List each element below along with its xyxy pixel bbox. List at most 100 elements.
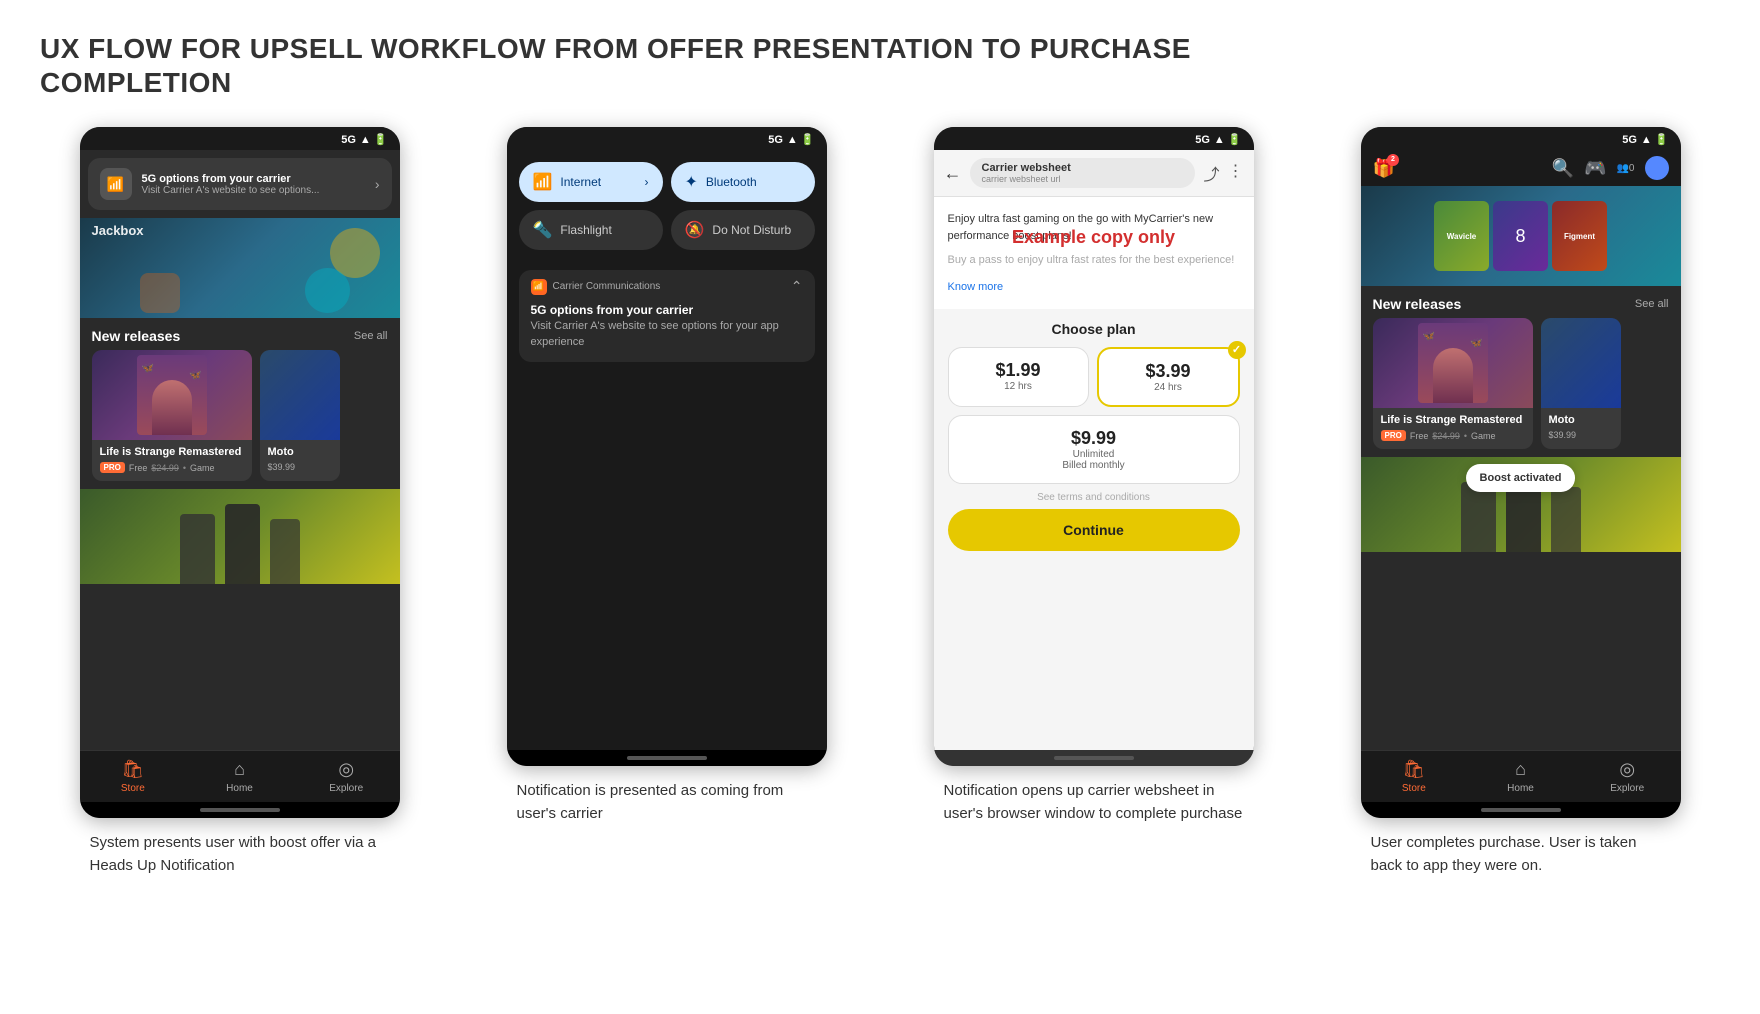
game-card-moto-4[interactable]: Moto $39.99 — [1541, 318, 1621, 449]
home-bar-2 — [627, 756, 707, 760]
plan-option-2[interactable]: ✓ $3.99 24 hrs — [1097, 347, 1240, 407]
browser-actions: ⤴ ⋮ — [1203, 161, 1243, 185]
plan-option-3[interactable]: $9.99 Unlimited Billed monthly — [948, 415, 1240, 484]
section-header-1: New releases See all — [80, 318, 400, 350]
lis-character-4 — [1433, 348, 1473, 403]
pro-badge-1: PRO — [100, 462, 125, 473]
bottom-nav-4: 🛍 Store ⌂ Home ◎ Explore — [1361, 750, 1681, 802]
phone-screen-1: 📶 5G options from your carrier Visit Car… — [80, 150, 400, 750]
store-label-1: Store — [121, 783, 145, 794]
signal-icon-2: ▲ — [787, 134, 798, 146]
dnd-label: Do Not Disturb — [712, 223, 791, 237]
status-5g-4: 5G — [1622, 134, 1637, 146]
url-bar[interactable]: Carrier websheet carrier websheet url — [970, 158, 1196, 188]
avatar-4[interactable] — [1645, 156, 1669, 180]
example-copy-wrapper: Example copy only — [934, 227, 1254, 248]
plan2-price: $3.99 — [1111, 361, 1226, 382]
url-sub: carrier websheet url — [982, 174, 1184, 184]
signal-icon-4: ▲ — [1641, 134, 1652, 146]
carrier-app-icon: 📶 — [531, 279, 547, 295]
heads-up-notification[interactable]: 📶 5G options from your carrier Visit Car… — [88, 158, 392, 210]
notif-sub-1: Visit Carrier A's website to see options… — [142, 185, 365, 196]
game-card-lis-4[interactable]: 🦋 🦋 Life is Strange Remastered PRO Free … — [1373, 318, 1533, 449]
qs-tile-flashlight[interactable]: 🔦 Flashlight — [519, 210, 663, 250]
person-count: 👥0 — [1616, 163, 1634, 174]
gamepad-icon-4[interactable]: 🎮 — [1584, 158, 1606, 179]
flow-step-4: 5G ▲ 🔋 🎁 2 🔍 🎮 👥0 — [1321, 127, 1720, 877]
qs-row-1: 📶 Internet › ✦ Bluetooth — [519, 162, 815, 202]
butterfly-4a: 🦋 — [1423, 331, 1435, 342]
flow-step-1: 5G ▲ 🔋 📶 5G options from your carrier Vi… — [40, 127, 439, 877]
explore-icon-1: ◎ — [338, 759, 354, 780]
signal-icon-3: ▲ — [1214, 134, 1225, 146]
internet-label: Internet — [560, 175, 601, 189]
thumb-1: Wavicle — [1434, 201, 1489, 271]
explore-icon-4: ◎ — [1619, 759, 1635, 780]
continue-button[interactable]: Continue — [948, 509, 1240, 551]
choose-plan-section: Choose plan $1.99 12 hrs ✓ — [934, 309, 1254, 563]
terms-text[interactable]: See terms and conditions — [948, 484, 1240, 509]
game-card-moto[interactable]: Moto $39.99 — [260, 350, 340, 481]
plan-option-1[interactable]: $1.99 12 hrs — [948, 347, 1089, 407]
home-indicator-2 — [507, 750, 827, 766]
see-all-1[interactable]: See all — [354, 330, 388, 342]
url-title: Carrier websheet — [982, 162, 1184, 174]
see-all-4[interactable]: See all — [1635, 298, 1669, 310]
lis-orig-price-4: $24.99 — [1432, 431, 1460, 441]
moto-title: Moto — [268, 446, 332, 458]
websheet-toolbar: ← Carrier websheet carrier websheet url … — [934, 150, 1254, 197]
notif-chevron-icon[interactable]: › — [375, 176, 380, 192]
plan3-unlimited: Unlimited — [961, 449, 1227, 460]
notif-app-info: 📶 Carrier Communications — [531, 279, 661, 295]
battle-art — [180, 489, 300, 584]
battery-icon-2: 🔋 — [801, 133, 815, 146]
phone-frame-2: 5G ▲ 🔋 📶 Internet › — [507, 127, 827, 766]
game-card-lis-info-4: Life is Strange Remastered PRO Free $24.… — [1373, 408, 1533, 449]
qs-tile-bluetooth[interactable]: ✦ Bluetooth — [671, 162, 815, 202]
plan3-billed: Billed monthly — [961, 460, 1227, 471]
phone-screen-3: ← Carrier websheet carrier websheet url … — [934, 150, 1254, 750]
notif-app-icon: 📶 — [100, 168, 132, 200]
notif-expand-icon[interactable]: ⌃ — [791, 278, 803, 295]
lis-meta: PRO Free $24.99 • Game — [100, 462, 244, 473]
nav-explore-4[interactable]: ◎ Explore — [1574, 759, 1681, 794]
game-card-lis-img-4: 🦋 🦋 — [1373, 318, 1533, 408]
nav-store-4[interactable]: 🛍 Store — [1361, 759, 1468, 794]
game-card-lis-info: Life is Strange Remastered PRO Free $24.… — [92, 440, 252, 481]
plan2-duration: 24 hrs — [1111, 382, 1226, 393]
more-icon[interactable]: ⋮ — [1228, 161, 1244, 185]
notification-card-2[interactable]: 📶 Carrier Communications ⌃ 5G options fr… — [519, 270, 815, 362]
example-copy-text: Example copy only — [1012, 227, 1175, 247]
qs-tile-dnd[interactable]: 🔕 Do Not Disturb — [671, 210, 815, 250]
phone-frame-1: 5G ▲ 🔋 📶 5G options from your carrier Vi… — [80, 127, 400, 818]
nav-explore-1[interactable]: ◎ Explore — [293, 759, 400, 794]
notif-body: 5G options from your carrier Visit Carri… — [519, 299, 815, 362]
qs-tile-internet[interactable]: 📶 Internet › — [519, 162, 663, 202]
flashlight-icon: 🔦 — [533, 220, 553, 240]
nav-home-1[interactable]: ⌂ Home — [186, 759, 293, 794]
lis-orig-price: $24.99 — [151, 463, 179, 473]
phone-screen-4: 🎁 2 🔍 🎮 👥0 Wavicle — [1361, 150, 1681, 750]
moto-img — [260, 350, 340, 440]
moto-title-4: Moto — [1549, 414, 1613, 426]
home-icon-4: ⌂ — [1515, 759, 1526, 780]
share-icon[interactable]: ⤴ — [1203, 161, 1219, 185]
game-card-lis[interactable]: 🦋 🦋 Life is Strange Remastered PRO Free … — [92, 350, 252, 481]
thumb-3: Figment — [1552, 201, 1607, 271]
gift-wrap[interactable]: 🎁 2 — [1373, 158, 1395, 179]
game-cards-4: 🦋 🦋 Life is Strange Remastered PRO Free … — [1361, 318, 1681, 449]
nav-store-1[interactable]: 🛍 Store — [80, 759, 187, 794]
store-label-4: Store — [1402, 783, 1426, 794]
browser-back-icon[interactable]: ← — [944, 163, 962, 184]
quick-settings: 📶 Internet › ✦ Bluetooth 🔦 — [507, 150, 827, 262]
home-icon-1: ⌂ — [234, 759, 245, 780]
signal-icon-1: ▲ — [360, 134, 371, 146]
section-header-4: New releases See all — [1361, 286, 1681, 318]
know-more-link[interactable]: Know more — [948, 281, 1004, 293]
search-icon-4[interactable]: 🔍 — [1552, 158, 1574, 179]
nav-home-4[interactable]: ⌂ Home — [1467, 759, 1574, 794]
moto-info-4: Moto $39.99 — [1541, 408, 1621, 448]
top-nav-bar: 🎁 2 🔍 🎮 👥0 — [1361, 150, 1681, 186]
soldier-2 — [225, 504, 260, 584]
soldier-3 — [270, 519, 300, 584]
